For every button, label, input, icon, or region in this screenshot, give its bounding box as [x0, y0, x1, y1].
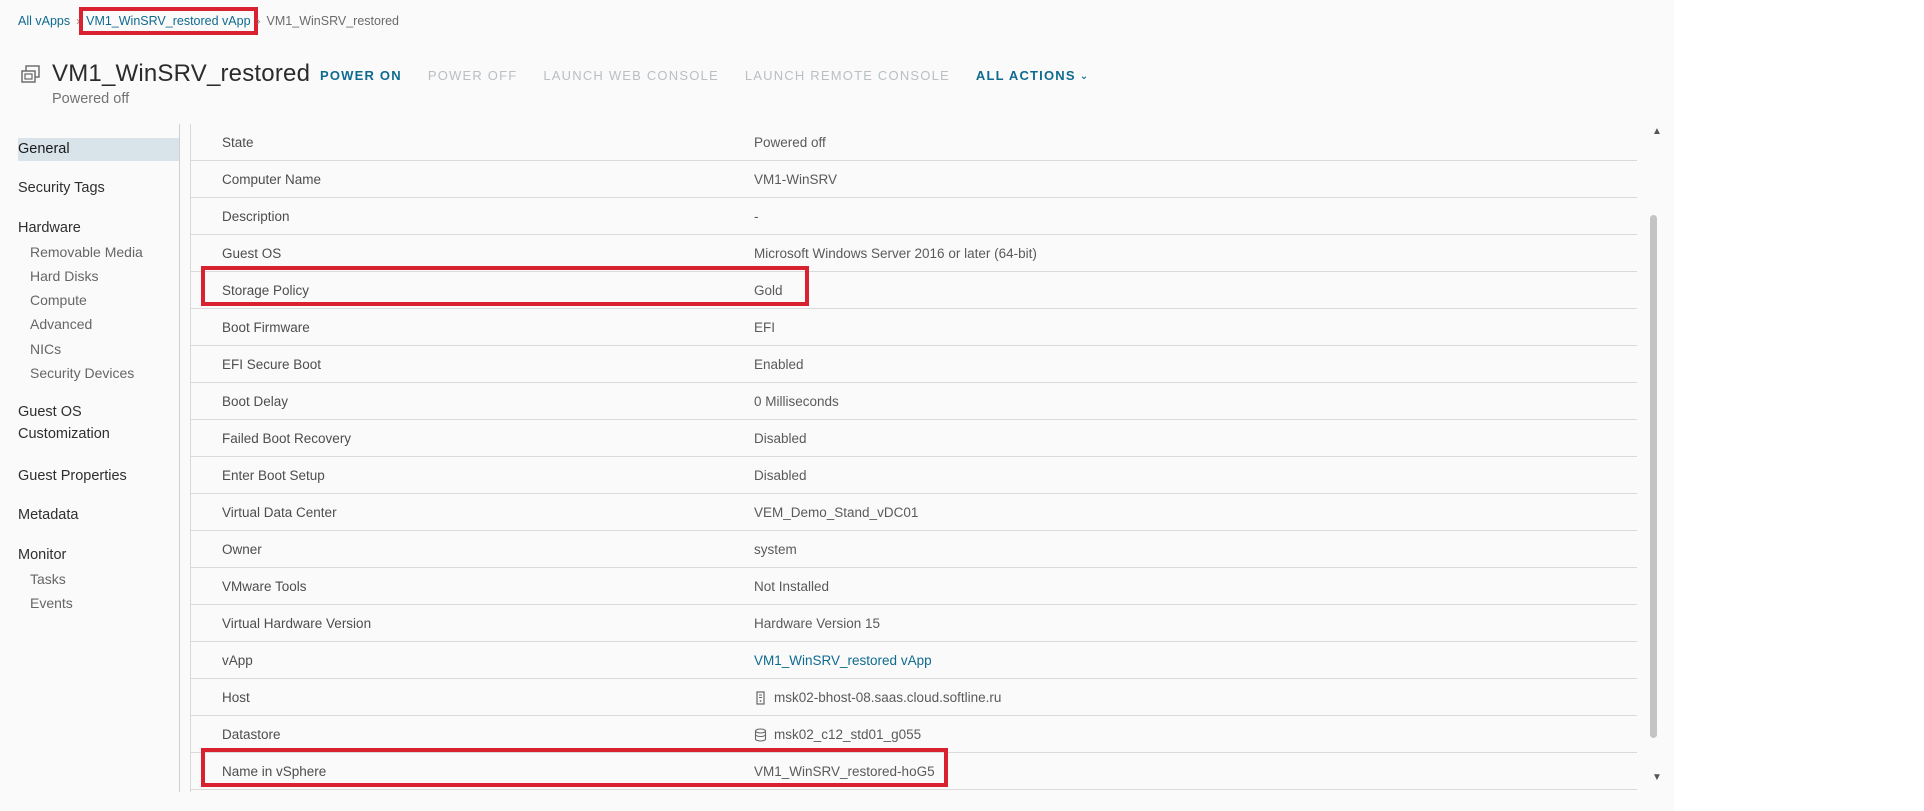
table-row: State Powered off	[191, 124, 1637, 161]
property-value: EFI	[754, 320, 776, 335]
property-value: Disabled	[754, 468, 807, 483]
sidebar-item-hard-disks[interactable]: Hard Disks	[30, 268, 98, 284]
table-row: Storage Policy Gold	[191, 272, 1637, 309]
table-row: EFI Secure Boot Enabled	[191, 346, 1637, 383]
sidebar-item-compute[interactable]: Compute	[30, 292, 87, 308]
power-off-button[interactable]: POWER OFF	[428, 68, 518, 83]
property-label: Name in vSphere	[222, 764, 327, 779]
chevron-right-icon: ›	[256, 14, 261, 28]
sidebar-item-removable-media[interactable]: Removable Media	[30, 244, 143, 260]
property-value: VEM_Demo_Stand_vDC01	[754, 505, 919, 520]
table-row: vApp VM1_WinSRV_restored vApp	[191, 642, 1637, 679]
property-label: Computer Name	[222, 172, 322, 187]
property-label: Datastore	[222, 727, 281, 742]
table-row: Enter Boot Setup Disabled	[191, 457, 1637, 494]
sidebar-item-guest-os-customization[interactable]: Guest OS Customization	[18, 404, 110, 442]
vertical-scrollbar[interactable]	[1650, 215, 1657, 738]
property-value: msk02_c12_std01_g055	[754, 716, 921, 753]
property-label: Boot Firmware	[222, 320, 310, 335]
property-label: vApp	[222, 653, 253, 668]
sidebar-item-nics[interactable]: NICs	[30, 341, 61, 357]
vm-icon	[21, 65, 40, 83]
sidebar-item-guest-properties[interactable]: Guest Properties	[18, 468, 127, 484]
sidebar-item-label: Guest OS	[18, 404, 82, 420]
property-label: Storage Policy	[222, 283, 310, 298]
sidebar-item-security-tags[interactable]: Security Tags	[18, 180, 105, 196]
property-label: EFI Secure Boot	[222, 357, 322, 372]
property-label: Virtual Hardware Version	[222, 616, 372, 631]
sidebar-item-monitor[interactable]: Monitor	[18, 547, 66, 563]
action-bar: POWER ON POWER OFF LAUNCH WEB CONSOLE LA…	[320, 68, 1115, 83]
property-value: VM1_WinSRV_restored-hoG5	[754, 764, 935, 779]
table-row: VMware Tools Not Installed	[191, 568, 1637, 605]
power-on-button[interactable]: POWER ON	[320, 68, 402, 83]
property-label: VMware Tools	[222, 579, 307, 594]
property-label: State	[222, 135, 254, 150]
table-row: Host msk02-bhost-08.saas.cloud.softline.…	[191, 679, 1637, 716]
all-actions-label: ALL ACTIONS	[975, 68, 1076, 83]
property-value: Powered off	[754, 135, 826, 150]
property-value: msk02-bhost-08.saas.cloud.softline.ru	[754, 679, 1001, 716]
sidebar-item-tasks[interactable]: Tasks	[30, 571, 66, 587]
table-row: Boot Delay 0 Milliseconds	[191, 383, 1637, 420]
property-value: Enabled	[754, 357, 804, 372]
scroll-up-arrow-icon[interactable]: ▲	[1652, 126, 1662, 137]
all-actions-dropdown[interactable]: ALL ACTIONS ⌄	[976, 68, 1089, 83]
table-row: Computer Name VM1-WinSRV	[191, 161, 1637, 198]
launch-web-console-button[interactable]: LAUNCH WEB CONSOLE	[543, 68, 718, 83]
table-row: Virtual Data Center VEM_Demo_Stand_vDC01	[191, 494, 1637, 531]
property-value: system	[754, 542, 797, 557]
page-title: VM1_WinSRV_restored	[52, 60, 311, 87]
property-value: Not Installed	[754, 579, 830, 594]
sidebar-item-metadata[interactable]: Metadata	[18, 507, 78, 523]
table-row: Name in vSphere VM1_WinSRV_restored-hoG5	[191, 753, 1637, 790]
table-row: Boot Firmware EFI	[191, 309, 1637, 346]
sidebar-item-label: Customization	[18, 426, 110, 442]
table-row: Description -	[191, 198, 1637, 235]
property-label: Host	[222, 690, 250, 705]
sidebar-item-hardware[interactable]: Hardware	[18, 220, 81, 236]
sidebar-item-general[interactable]: General	[18, 138, 180, 161]
table-row: Virtual Hardware Version Hardware Versio…	[191, 605, 1637, 642]
property-value: -	[754, 209, 759, 224]
property-value: Hardware Version 15	[754, 616, 881, 631]
properties-grid: State Powered off Computer Name VM1-WinS…	[190, 124, 1637, 792]
breadcrumb-all-vapps[interactable]: All vApps	[18, 14, 70, 28]
sidebar-item-events[interactable]: Events	[30, 595, 73, 611]
property-value: Microsoft Windows Server 2016 or later (…	[754, 246, 1037, 261]
property-label: Boot Delay	[222, 394, 289, 409]
host-name: msk02-bhost-08.saas.cloud.softline.ru	[774, 690, 1002, 705]
datastore-icon	[754, 727, 767, 742]
property-label: Failed Boot Recovery	[222, 431, 352, 446]
app-window: All vApps › VM1_WinSRV_restored vApp › V…	[0, 0, 1674, 811]
property-label: Owner	[222, 542, 262, 557]
breadcrumb-current: VM1_WinSRV_restored	[266, 14, 400, 28]
launch-remote-console-button[interactable]: LAUNCH REMOTE CONSOLE	[745, 68, 950, 83]
sidebar-item-security-devices[interactable]: Security Devices	[30, 365, 134, 381]
property-value: Gold	[754, 283, 783, 298]
property-value: VM1-WinSRV	[754, 172, 838, 187]
property-label: Guest OS	[222, 246, 282, 261]
table-row: Failed Boot Recovery Disabled	[191, 420, 1637, 457]
property-label: Virtual Data Center	[222, 505, 337, 520]
sidebar-item-advanced[interactable]: Advanced	[30, 316, 92, 332]
scroll-down-arrow-icon[interactable]: ▼	[1652, 772, 1662, 783]
property-value: 0 Milliseconds	[754, 394, 839, 409]
table-row: Datastore msk02_c12_std01_g055	[191, 716, 1637, 753]
breadcrumb: All vApps › VM1_WinSRV_restored vApp › V…	[18, 7, 400, 35]
table-row: Guest OS Microsoft Windows Server 2016 o…	[191, 235, 1637, 272]
breadcrumb-parent-vapp[interactable]: VM1_WinSRV_restored vApp	[79, 7, 258, 35]
property-label: Enter Boot Setup	[222, 468, 325, 483]
table-row: Owner system	[191, 531, 1637, 568]
sidebar-divider	[179, 124, 180, 792]
host-icon	[756, 690, 765, 705]
chevron-right-icon: ›	[76, 14, 81, 28]
vapp-link[interactable]: VM1_WinSRV_restored vApp	[754, 642, 932, 679]
property-label: Description	[222, 209, 290, 224]
datastore-name: msk02_c12_std01_g055	[774, 727, 922, 742]
property-value: Disabled	[754, 431, 807, 446]
vm-power-status: Powered off	[52, 91, 130, 107]
chevron-down-icon: ⌄	[1079, 71, 1090, 82]
